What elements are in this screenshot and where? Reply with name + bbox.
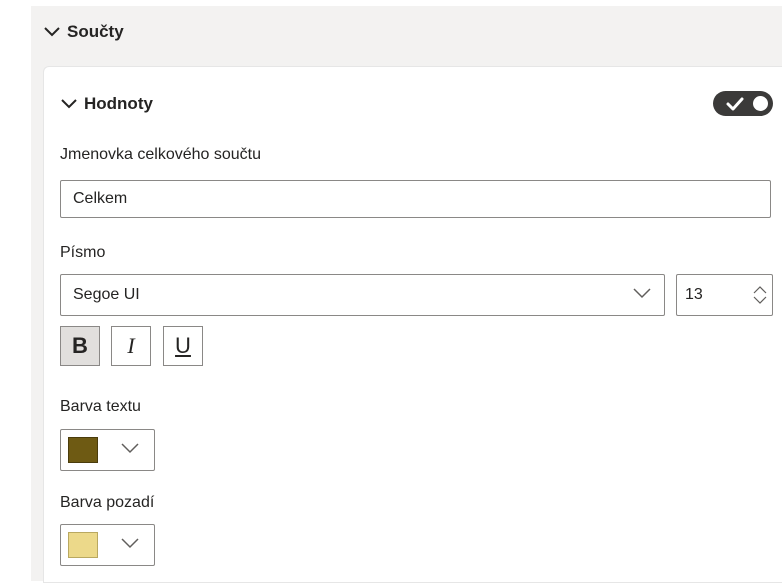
toggle-knob: [753, 96, 768, 111]
underline-button[interactable]: U: [163, 326, 203, 366]
color-swatch: [68, 437, 98, 463]
font-caption: Písmo: [60, 244, 106, 261]
chevron-down-icon: [632, 286, 652, 304]
background-color-picker[interactable]: [60, 524, 155, 566]
check-icon: [725, 95, 745, 117]
bold-button[interactable]: B: [60, 326, 100, 366]
text-color-caption: Barva textu: [60, 398, 141, 415]
chevron-down-icon: [43, 26, 61, 38]
card-header-values[interactable]: Hodnoty: [60, 90, 153, 118]
chevron-down-icon: [60, 98, 78, 110]
section-header-totals[interactable]: Součty: [43, 18, 124, 46]
font-family-value: Segoe UI: [73, 286, 140, 303]
values-toggle[interactable]: [713, 91, 773, 116]
italic-button[interactable]: I: [111, 326, 151, 366]
spin-up-icon[interactable]: [753, 285, 767, 294]
font-size-stepper[interactable]: 13: [676, 274, 773, 316]
color-swatch: [68, 532, 98, 558]
total-label-caption: Jmenovka celkového součtu: [60, 146, 261, 163]
spin-buttons[interactable]: [748, 275, 772, 315]
text-color-picker[interactable]: [60, 429, 155, 471]
chevron-down-icon: [120, 441, 140, 459]
total-label-input[interactable]: [60, 180, 771, 218]
section-title: Součty: [67, 22, 124, 41]
font-size-value: 13: [685, 286, 703, 303]
chevron-down-icon: [120, 536, 140, 554]
card-title: Hodnoty: [84, 94, 153, 113]
background-color-caption: Barva pozadí: [60, 494, 155, 511]
spin-down-icon[interactable]: [753, 296, 767, 305]
font-family-dropdown[interactable]: Segoe UI: [60, 274, 665, 316]
